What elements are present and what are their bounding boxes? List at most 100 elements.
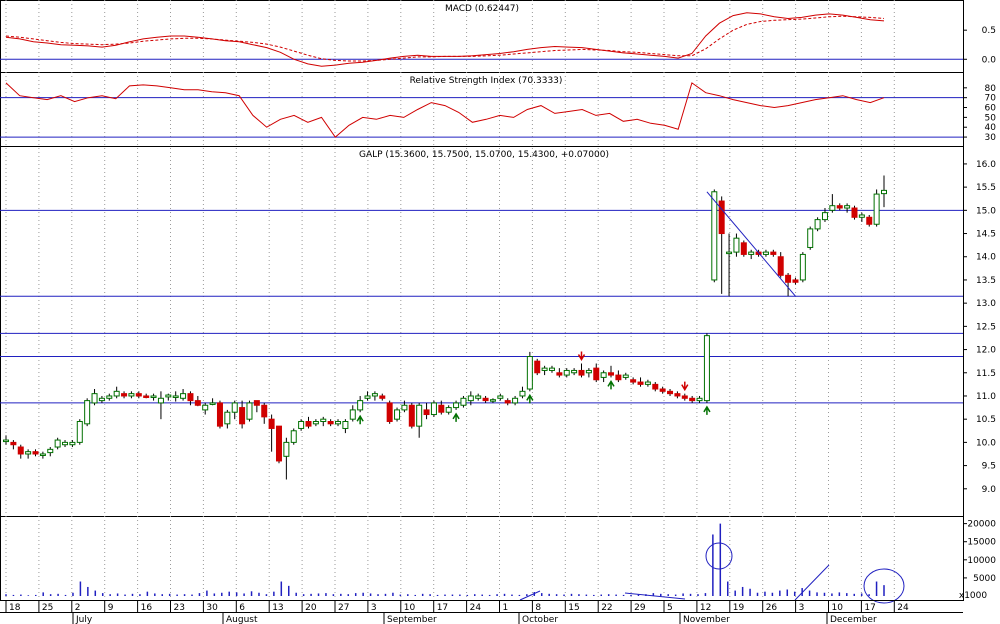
candle-body-up [475, 395, 482, 399]
y-tick-label: 13.0 [976, 299, 996, 309]
candle-body-up [726, 251, 733, 255]
candle-body-up [821, 212, 828, 221]
candle-body-down [143, 395, 150, 398]
y-tick-label: 70 [985, 94, 997, 104]
x-day-label: 15 [568, 603, 579, 613]
candle-body-up [231, 402, 238, 413]
candlestick [526, 351, 533, 392]
x-month-label: July [75, 615, 93, 624]
x-day-label: 10 [832, 603, 844, 613]
x-month-label: October [522, 615, 558, 624]
x-day-label: 10 [404, 603, 416, 613]
candle-body-down [187, 393, 194, 402]
candlestick [711, 189, 718, 283]
y-tick-label: 40 [985, 123, 997, 133]
candle-body-up [54, 439, 61, 448]
candle-body-down [239, 407, 246, 425]
candle-body-up [445, 407, 452, 413]
candle-body-down [534, 360, 541, 374]
candle-body-up [349, 409, 356, 420]
y-tick-label: 80 [985, 84, 997, 94]
candle-body-up [342, 421, 349, 429]
candle-body-up [113, 390, 120, 397]
candle-body-down [121, 393, 128, 397]
candle-body-down [785, 274, 792, 283]
y-tick-label: 11.5 [976, 369, 996, 379]
x-day-label: 8 [535, 603, 541, 613]
candle-body-up [748, 251, 755, 255]
candle-body-up [91, 393, 98, 404]
candle-body-up [84, 400, 91, 425]
candle-body-up [430, 402, 437, 416]
candle-body-up [600, 372, 607, 378]
candle-body-down [253, 400, 260, 406]
candle-body-up [873, 193, 880, 225]
candle-body-down [777, 256, 784, 276]
candle-body-up [224, 411, 231, 425]
candle-body-down [305, 421, 312, 427]
candle-body-up [563, 369, 570, 376]
candle-body-down [17, 446, 24, 455]
candle-body-up [165, 394, 172, 398]
candle-body-down [379, 395, 386, 399]
y-tick-label: 15.5 [976, 183, 996, 193]
x-day-label: 17 [437, 603, 448, 613]
candle-body-down [386, 402, 393, 422]
candle-body-up [371, 393, 378, 397]
candlestick [386, 400, 393, 424]
y-tick-label: 15.0 [976, 206, 996, 216]
y-tick-label: 9.0 [982, 485, 997, 495]
candlestick [873, 189, 880, 227]
volume-unit-label: x1000 [959, 591, 988, 601]
candlestick [851, 205, 858, 220]
candle-body-up [829, 205, 836, 211]
x-day-label: 25 [42, 603, 53, 613]
candlestick [76, 419, 83, 445]
candlestick [534, 358, 541, 376]
x-day-label: 26 [766, 603, 778, 613]
candle-body-down [792, 279, 799, 283]
candle-body-down [216, 402, 223, 427]
candle-body-down [851, 207, 858, 218]
candle-body-down [770, 251, 777, 255]
y-tick-label: 12.5 [976, 322, 996, 332]
candle-body-up [467, 395, 474, 402]
candle-body-down [674, 393, 681, 397]
candle-body-down [327, 421, 334, 425]
candle-body-up [157, 397, 164, 404]
candle-body-up [128, 393, 135, 397]
y-tick-label: 11.0 [976, 392, 996, 402]
candle-body-up [246, 402, 253, 420]
candle-body-down [275, 425, 282, 462]
candle-body-up [150, 395, 157, 398]
candle-body-up [106, 395, 113, 399]
candle-body-up [585, 369, 592, 374]
x-day-label: 20 [305, 603, 317, 613]
x-day-label: 27 [338, 603, 349, 613]
candle-body-up [541, 367, 548, 371]
candle-body-up [47, 448, 54, 454]
candle-body-up [98, 397, 105, 402]
candle-body-down [866, 216, 873, 225]
y-tick-label: 15000 [967, 538, 996, 548]
candlestick [807, 226, 814, 250]
candlestick [290, 428, 297, 445]
candle-body-down [408, 404, 415, 427]
y-tick-label: 14.5 [976, 230, 996, 240]
candlestick [408, 402, 415, 429]
candlestick [275, 425, 282, 464]
candlestick [740, 240, 747, 257]
candle-body-down [689, 397, 696, 402]
candle-body-up [489, 399, 496, 402]
candle-body-up [209, 402, 216, 405]
candle-body-up [3, 439, 9, 443]
candle-body-up [519, 390, 526, 397]
y-tick-label: 10.0 [976, 438, 996, 448]
candle-body-down [268, 418, 275, 429]
candle-body-down [630, 379, 637, 383]
x-day-label: 13 [272, 603, 283, 613]
candle-body-up [703, 335, 710, 402]
y-tick-label: 60 [985, 104, 997, 114]
y-tick-label: 20000 [967, 520, 996, 530]
candle-body-down [836, 205, 843, 209]
